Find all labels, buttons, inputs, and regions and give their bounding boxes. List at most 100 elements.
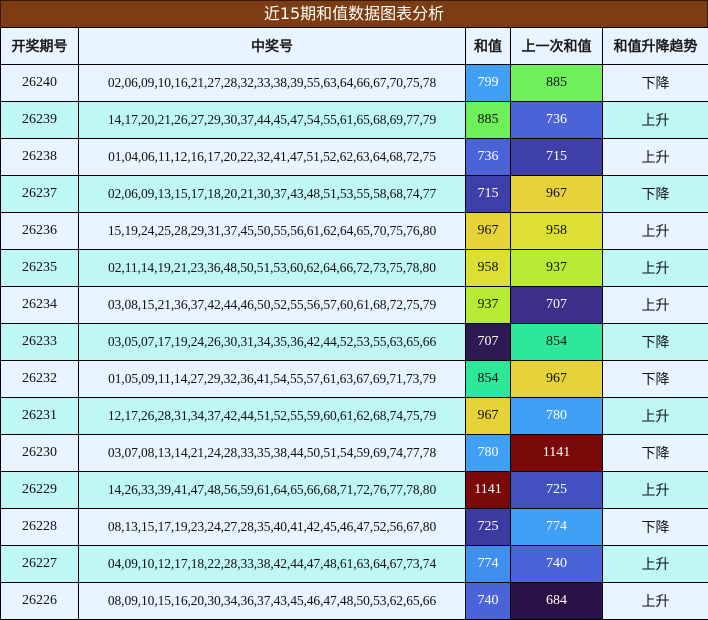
winning-numbers-cell: 03,07,08,13,14,21,24,28,33,35,38,44,50,5… (78, 434, 466, 472)
period-cell: 26230 (0, 434, 79, 472)
period-cell: 26231 (0, 397, 79, 435)
table-row: 26236 15,19,24,25,28,29,31,37,45,50,55,56… (0, 212, 708, 250)
sum-value-cell: 854 (465, 360, 511, 398)
prev-sum-cell: 740 (510, 545, 603, 583)
sum-value-cell: 707 (465, 323, 511, 361)
prev-sum-cell: 967 (510, 175, 603, 213)
prev-sum-cell: 736 (510, 101, 603, 139)
table-row: 26231 12,17,26,28,31,34,37,42,44,51,52,55… (0, 397, 708, 435)
winning-numbers-cell: 02,06,09,10,16,21,27,28,32,33,38,39,55,6… (78, 64, 466, 102)
table-row: 26233 03,05,07,17,19,24,26,30,31,34,35,36… (0, 323, 708, 361)
period-cell: 26226 (0, 582, 79, 620)
table-row: 26229 14,26,33,39,41,47,48,56,59,61,64,65… (0, 471, 708, 509)
period-cell: 26229 (0, 471, 79, 509)
prev-sum-cell: 780 (510, 397, 603, 435)
winning-numbers-cell: 14,26,33,39,41,47,48,56,59,61,64,65,66,6… (78, 471, 466, 509)
period-cell: 26235 (0, 249, 79, 287)
sum-value-cell: 967 (465, 397, 511, 435)
table-row: 26230 03,07,08,13,14,21,24,28,33,35,38,44… (0, 434, 708, 472)
trend-cell: 下降 (602, 360, 708, 398)
trend-cell: 下降 (602, 434, 708, 472)
winning-numbers-cell: 08,09,10,15,16,20,30,34,36,37,43,45,46,4… (78, 582, 466, 620)
table-row: 26238 01,04,06,11,12,16,17,20,22,32,41,47… (0, 138, 708, 176)
prev-sum-cell: 967 (510, 360, 603, 398)
winning-numbers-cell: 12,17,26,28,31,34,37,42,44,51,52,55,59,6… (78, 397, 466, 435)
header-row: 开奖期号 中奖号 和值 上一次和值 和值升降趋势 (0, 27, 708, 65)
prev-sum-cell: 937 (510, 249, 603, 287)
trend-cell: 上升 (602, 286, 708, 324)
trend-cell: 下降 (602, 323, 708, 361)
trend-cell: 下降 (602, 508, 708, 546)
winning-numbers-cell: 08,13,15,17,19,23,24,27,28,35,40,41,42,4… (78, 508, 466, 546)
table-row: 26234 03,08,15,21,36,37,42,44,46,50,52,55… (0, 286, 708, 324)
prev-sum-cell: 725 (510, 471, 603, 509)
sum-value-cell: 799 (465, 64, 511, 102)
trend-cell: 上升 (602, 545, 708, 583)
sum-value-cell: 958 (465, 249, 511, 287)
sum-analysis-panel: 近15期和值数据图表分析 开奖期号 中奖号 和值 上一次和值 和值升降趋势 26… (0, 0, 708, 620)
winning-numbers-cell: 01,05,09,11,14,27,29,32,36,41,54,55,57,6… (78, 360, 466, 398)
sum-value-cell: 736 (465, 138, 511, 176)
period-cell: 26232 (0, 360, 79, 398)
prev-sum-cell: 1141 (510, 434, 603, 472)
table-row: 26228 08,13,15,17,19,23,24,27,28,35,40,41… (0, 508, 708, 546)
winning-numbers-cell: 03,05,07,17,19,24,26,30,31,34,35,36,42,4… (78, 323, 466, 361)
period-cell: 26228 (0, 508, 79, 546)
period-cell: 26240 (0, 64, 79, 102)
trend-cell: 上升 (602, 101, 708, 139)
prev-sum-cell: 715 (510, 138, 603, 176)
winning-numbers-cell: 04,09,10,12,17,18,22,28,33,38,42,44,47,4… (78, 545, 466, 583)
sum-value-cell: 937 (465, 286, 511, 324)
sum-value-cell: 774 (465, 545, 511, 583)
table-body: 26240 02,06,09,10,16,21,27,28,32,33,38,39… (0, 64, 708, 620)
prev-sum-cell: 684 (510, 582, 603, 620)
sum-value-cell: 885 (465, 101, 511, 139)
sum-value-cell: 715 (465, 175, 511, 213)
winning-numbers-cell: 14,17,20,21,26,27,29,30,37,44,45,47,54,5… (78, 101, 466, 139)
period-cell: 26233 (0, 323, 79, 361)
sum-analysis-table: 开奖期号 中奖号 和值 上一次和值 和值升降趋势 26240 02,06,09,1… (0, 27, 708, 620)
period-cell: 26238 (0, 138, 79, 176)
trend-cell: 上升 (602, 249, 708, 287)
sum-value-cell: 780 (465, 434, 511, 472)
sum-value-cell: 1141 (465, 471, 511, 509)
prev-sum-cell: 707 (510, 286, 603, 324)
prev-sum-cell: 958 (510, 212, 603, 250)
winning-numbers-cell: 02,11,14,19,21,23,36,48,50,51,53,60,62,6… (78, 249, 466, 287)
trend-cell: 上升 (602, 397, 708, 435)
prev-sum-cell: 774 (510, 508, 603, 546)
sum-value-cell: 967 (465, 212, 511, 250)
trend-cell: 上升 (602, 582, 708, 620)
period-cell: 26234 (0, 286, 79, 324)
period-cell: 26239 (0, 101, 79, 139)
period-cell: 26236 (0, 212, 79, 250)
period-cell: 26237 (0, 175, 79, 213)
table-row: 26240 02,06,09,10,16,21,27,28,32,33,38,39… (0, 64, 708, 102)
trend-cell: 下降 (602, 175, 708, 213)
table-row: 26235 02,11,14,19,21,23,36,48,50,51,53,60… (0, 249, 708, 287)
table-row: 26227 04,09,10,12,17,18,22,28,33,38,42,44… (0, 545, 708, 583)
header-prev-sum: 上一次和值 (510, 27, 603, 65)
header-trend: 和值升降趋势 (602, 27, 708, 65)
trend-cell: 上升 (602, 212, 708, 250)
header-period: 开奖期号 (0, 27, 79, 65)
winning-numbers-cell: 02,06,09,13,15,17,18,20,21,30,37,43,48,5… (78, 175, 466, 213)
trend-cell: 下降 (602, 64, 708, 102)
prev-sum-cell: 854 (510, 323, 603, 361)
prev-sum-cell: 885 (510, 64, 603, 102)
table-row: 26237 02,06,09,13,15,17,18,20,21,30,37,43… (0, 175, 708, 213)
trend-cell: 上升 (602, 471, 708, 509)
header-sum: 和值 (465, 27, 511, 65)
sum-value-cell: 740 (465, 582, 511, 620)
winning-numbers-cell: 01,04,06,11,12,16,17,20,22,32,41,47,51,5… (78, 138, 466, 176)
table-row: 26226 08,09,10,15,16,20,30,34,36,37,43,45… (0, 582, 708, 620)
sum-value-cell: 725 (465, 508, 511, 546)
table-row: 26239 14,17,20,21,26,27,29,30,37,44,45,47… (0, 101, 708, 139)
trend-cell: 上升 (602, 138, 708, 176)
table-row: 26232 01,05,09,11,14,27,29,32,36,41,54,55… (0, 360, 708, 398)
winning-numbers-cell: 03,08,15,21,36,37,42,44,46,50,52,55,56,5… (78, 286, 466, 324)
period-cell: 26227 (0, 545, 79, 583)
winning-numbers-cell: 15,19,24,25,28,29,31,37,45,50,55,56,61,6… (78, 212, 466, 250)
table-title: 近15期和值数据图表分析 (0, 0, 708, 28)
header-numbers: 中奖号 (78, 27, 466, 65)
